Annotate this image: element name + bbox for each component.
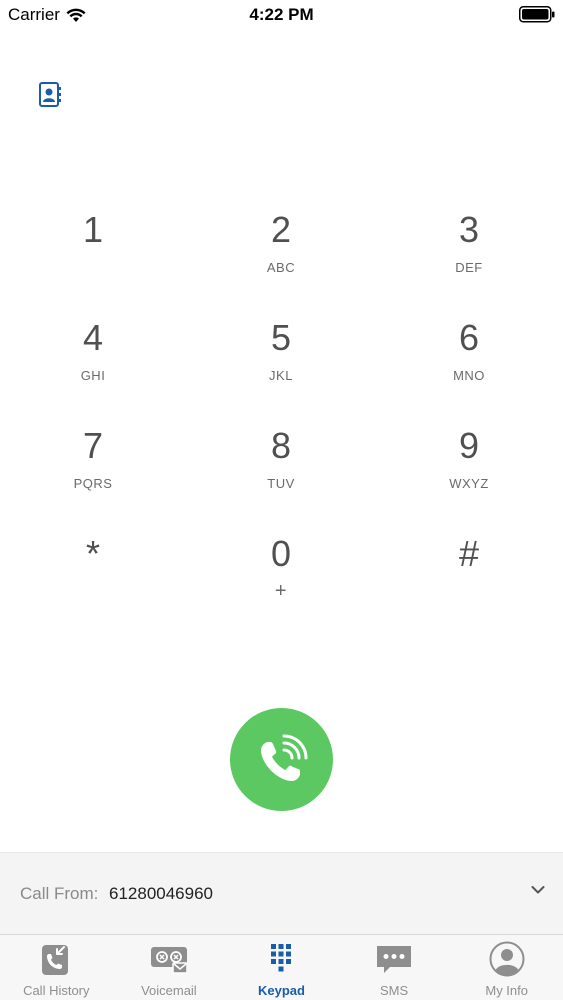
call-from-selector[interactable]: Call From: 61280046960	[0, 852, 563, 934]
key-4[interactable]: 4 GHI	[18, 320, 168, 410]
key-digit: 7	[82, 425, 104, 466]
tab-label: My Info	[485, 983, 528, 998]
call-history-icon	[42, 945, 69, 975]
key-5[interactable]: 5 JKL	[206, 320, 356, 410]
contacts-icon	[39, 82, 61, 107]
status-time: 4:22 PM	[249, 5, 314, 24]
call-from-label: Call From:	[20, 884, 99, 903]
tab-label: Keypad	[258, 983, 305, 998]
key-9[interactable]: 9 WXYZ	[394, 428, 544, 518]
sms-icon	[377, 946, 412, 973]
battery-icon	[519, 6, 555, 23]
key-3[interactable]: 3 DEF	[394, 212, 544, 302]
key-digit: 9	[458, 425, 480, 466]
key-letters: JKL	[269, 368, 293, 383]
key-letters: MNO	[453, 368, 485, 383]
key-digit: 8	[270, 425, 292, 466]
my-info-icon	[489, 941, 525, 977]
tab-keypad[interactable]: Keypad	[225, 935, 338, 1000]
chevron-down-icon	[531, 886, 545, 894]
tab-label: Voicemail	[141, 983, 197, 998]
keypad-icon	[271, 944, 292, 972]
key-8[interactable]: 8 TUV	[206, 428, 356, 518]
call-from-number: 61280046960	[109, 884, 214, 903]
key-digit: 6	[458, 317, 480, 358]
key-digit: 4	[82, 317, 104, 358]
key-letters: WXYZ	[449, 476, 489, 491]
tab-my-info[interactable]: My Info	[450, 935, 563, 1000]
key-digit: 0	[270, 533, 292, 574]
tab-sms[interactable]: SMS	[338, 935, 451, 1000]
key-7[interactable]: 7 PQRS	[18, 428, 168, 518]
tab-bar: Call History Voicemail Keypad SMS My Inf…	[0, 934, 563, 1000]
key-letters: DEF	[455, 260, 483, 275]
key-digit: 3	[458, 209, 480, 250]
key-1[interactable]: 1	[18, 212, 168, 302]
key-digit: #	[458, 533, 480, 574]
tab-label: SMS	[379, 983, 409, 998]
key-2[interactable]: 2 ABC	[206, 212, 356, 302]
key-letters: PQRS	[73, 476, 113, 491]
tab-call-history[interactable]: Call History	[0, 935, 113, 1000]
status-bar: Carrier 4:22 PM	[0, 0, 563, 30]
call-button[interactable]	[230, 708, 333, 811]
voicemail-icon	[150, 947, 187, 974]
key-digit: 1	[82, 209, 104, 250]
key-letters: GHI	[80, 368, 106, 383]
key-digit: 2	[270, 209, 292, 250]
tab-voicemail[interactable]: Voicemail	[113, 935, 226, 1000]
phone-call-icon	[260, 734, 307, 781]
key-star[interactable]: *	[18, 536, 168, 626]
key-0[interactable]: 0 +	[206, 536, 356, 626]
key-letters: TUV	[267, 476, 295, 491]
contacts-button[interactable]	[38, 82, 64, 108]
key-digit: 5	[270, 317, 292, 358]
key-6[interactable]: 6 MNO	[394, 320, 544, 410]
key-hash[interactable]: #	[394, 536, 544, 626]
key-letters: ABC	[266, 260, 296, 275]
key-digit: *	[85, 533, 100, 574]
tab-label: Call History	[23, 983, 90, 998]
key-letters: +	[274, 580, 288, 602]
